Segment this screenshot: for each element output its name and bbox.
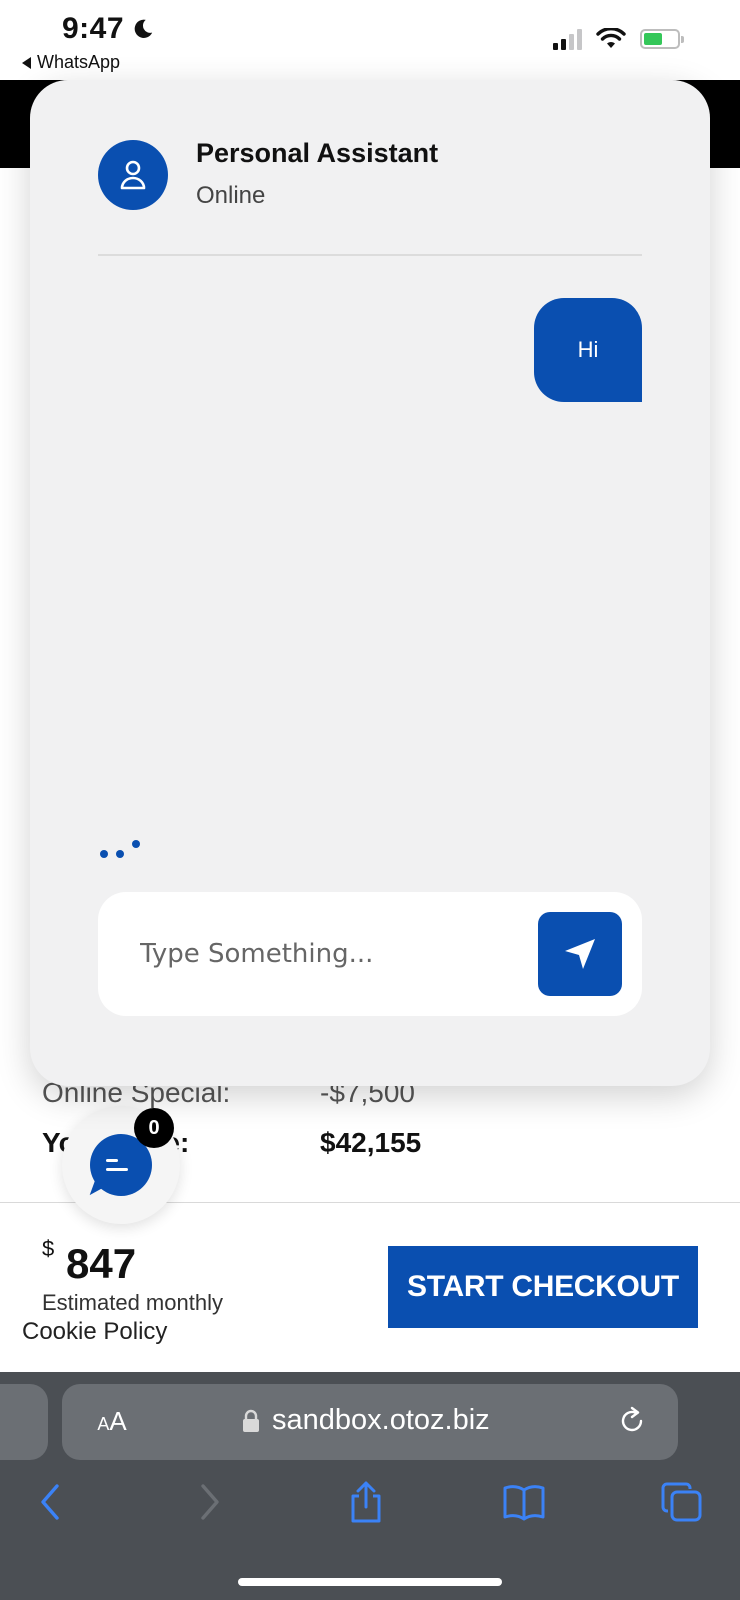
home-indicator[interactable] [238, 1578, 502, 1586]
browser-toolbar [0, 1474, 740, 1534]
tabs-icon [661, 1482, 702, 1522]
price-value: $42,155 [320, 1127, 422, 1158]
reload-button[interactable] [612, 1402, 652, 1442]
start-checkout-button[interactable]: START CHECKOUT [388, 1246, 698, 1328]
address-bar[interactable]: A A sandbox.otoz.biz [62, 1384, 678, 1460]
chat-header-divider [98, 254, 642, 256]
url-display[interactable]: sandbox.otoz.biz [242, 1404, 490, 1437]
back-triangle-icon [22, 56, 31, 69]
cookie-policy-link[interactable]: Cookie Policy [22, 1318, 167, 1346]
monthly-currency: $ [42, 1236, 55, 1261]
signal-icon [553, 28, 582, 50]
back-app-label: WhatsApp [37, 52, 121, 72]
back-icon [41, 1484, 59, 1520]
text-size-big: A [109, 1406, 127, 1436]
back-to-app-link[interactable]: WhatsApp [22, 52, 120, 73]
message-composer [98, 892, 642, 1016]
previous-tab-peek[interactable] [0, 1384, 48, 1460]
monthly-amount: 847 [66, 1240, 137, 1287]
send-button[interactable] [538, 912, 622, 996]
bookmarks-icon [503, 1485, 545, 1521]
message-input[interactable] [140, 926, 510, 982]
lock-icon [243, 1409, 259, 1432]
agent-name: Personal Assistant [196, 138, 439, 168]
user-message-bubble: Hi [534, 298, 642, 402]
status-indicators [553, 28, 684, 50]
chat-panel: Personal Assistant Online Hi [30, 80, 710, 1086]
reload-icon [621, 1406, 643, 1431]
send-icon [565, 939, 595, 969]
text-size-small: A [97, 1414, 110, 1434]
user-icon [120, 160, 146, 190]
unread-count-badge: 0 [134, 1108, 174, 1148]
tabs-button[interactable] [654, 1474, 710, 1530]
back-button[interactable] [22, 1474, 78, 1530]
status-bar: 9:47 WhatsApp [0, 0, 740, 80]
share-icon [351, 1481, 381, 1523]
avatar [98, 140, 168, 210]
text-size-button[interactable]: A A [84, 1398, 140, 1446]
forward-icon [201, 1484, 219, 1520]
wifi-icon [596, 28, 626, 48]
battery-charging-icon [640, 29, 684, 49]
status-time: 9:47 [62, 12, 125, 45]
monthly-label: Estimated monthly [42, 1290, 223, 1315]
forward-button[interactable] [182, 1474, 238, 1530]
agent-status: Online [196, 182, 266, 209]
status-time-group: 9:47 [62, 12, 154, 46]
bookmarks-button[interactable] [496, 1474, 552, 1530]
share-button[interactable] [338, 1474, 394, 1530]
moon-icon [134, 19, 153, 38]
typing-indicator [100, 838, 146, 860]
url-text: sandbox.otoz.biz [272, 1404, 490, 1436]
